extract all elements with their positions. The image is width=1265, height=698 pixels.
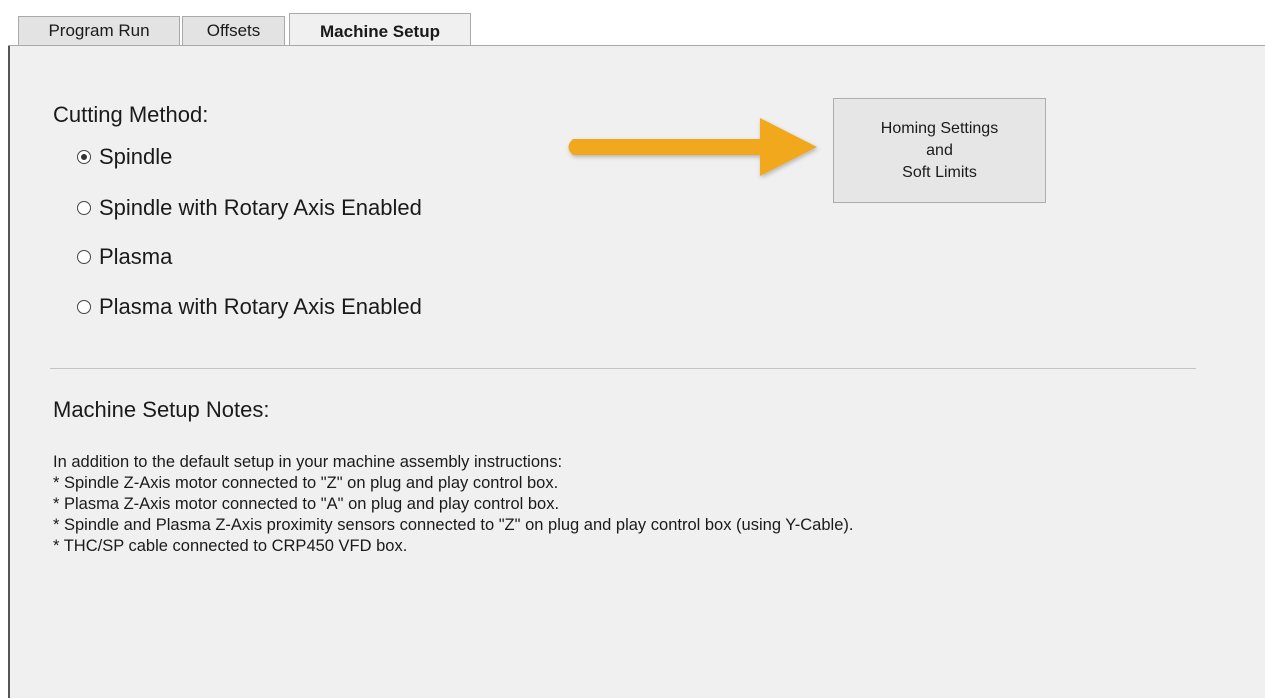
machine-setup-notes-title: Machine Setup Notes:	[53, 397, 270, 422]
radio-label: Plasma	[99, 244, 173, 269]
radio-label: Plasma with Rotary Axis Enabled	[99, 294, 422, 319]
radio-button-icon[interactable]	[77, 250, 91, 264]
radio-plasma[interactable]: Plasma	[77, 241, 172, 273]
note-line: * Spindle and Plasma Z-Axis proximity se…	[53, 516, 854, 534]
homing-button-line1: Homing Settings	[880, 119, 999, 137]
arrow-right-icon	[568, 118, 817, 176]
tab-machine-setup[interactable]: Machine Setup	[289, 13, 471, 46]
homing-button-line3: Soft Limits	[902, 163, 977, 181]
section-divider	[50, 368, 1196, 369]
tab-offsets[interactable]: Offsets	[182, 16, 285, 45]
radio-label: Spindle with Rotary Axis Enabled	[99, 195, 422, 220]
note-line: * THC/SP cable connected to CRP450 VFD b…	[53, 537, 408, 555]
tab-bar: Program Run Offsets Machine Setup	[0, 0, 1265, 46]
radio-button-icon[interactable]	[77, 300, 91, 314]
note-line: * Plasma Z-Axis motor connected to "A" o…	[53, 495, 560, 513]
homing-button-line2: and	[926, 141, 953, 159]
tab-program-run[interactable]: Program Run	[18, 16, 180, 45]
note-line: * Spindle Z-Axis motor connected to "Z" …	[53, 474, 559, 492]
radio-button-icon[interactable]	[77, 201, 91, 215]
radio-button-checked-icon[interactable]	[77, 150, 91, 164]
window-edge	[0, 46, 8, 698]
machine-setup-notes: In addition to the default setup in your…	[53, 452, 853, 557]
radio-spindle[interactable]: Spindle	[77, 141, 172, 173]
radio-spindle-rotary[interactable]: Spindle with Rotary Axis Enabled	[77, 192, 422, 224]
radio-plasma-rotary[interactable]: Plasma with Rotary Axis Enabled	[77, 291, 422, 323]
note-line: In addition to the default setup in your…	[53, 453, 563, 471]
radio-label: Spindle	[99, 144, 173, 169]
homing-settings-button[interactable]: Homing Settings and Soft Limits	[833, 98, 1046, 203]
cutting-method-title: Cutting Method:	[53, 102, 209, 127]
